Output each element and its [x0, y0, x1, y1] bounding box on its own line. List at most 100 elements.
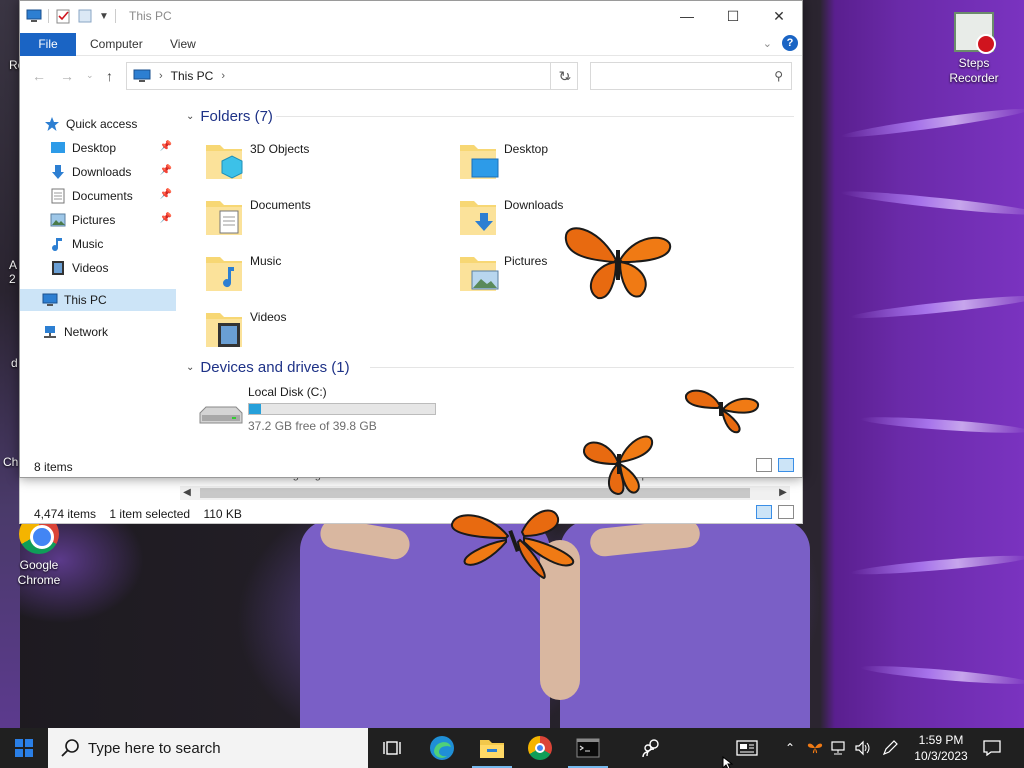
network-icon [831, 741, 845, 755]
folder-documents[interactable]: Documents [204, 195, 444, 245]
notification-center-button[interactable] [978, 728, 1006, 768]
details-view-icon[interactable] [756, 505, 772, 519]
taskbar-app-edge[interactable] [418, 728, 466, 768]
scroll-left-icon[interactable]: ◀ [180, 486, 194, 500]
nav-item-label: This PC [64, 293, 107, 307]
start-button[interactable] [0, 728, 48, 768]
help-icon[interactable]: ? [782, 35, 798, 51]
folder-label: Desktop [504, 142, 549, 156]
view-toggle [756, 505, 794, 519]
nav-item-desktop[interactable]: Desktop 📌 [20, 137, 176, 159]
news-widget-button[interactable] [730, 728, 764, 768]
folder-videos[interactable]: Videos [204, 307, 444, 357]
nav-item-label: Quick access [66, 117, 138, 131]
new-folder-icon[interactable] [77, 8, 93, 24]
tab-file[interactable]: File [20, 33, 76, 56]
network-tray-icon[interactable] [828, 728, 850, 768]
desktop-label-clipped[interactable]: Ch [3, 455, 18, 469]
nav-item-label: Desktop [72, 141, 117, 155]
butterfly-tray-icon[interactable] [804, 728, 826, 768]
pen-tray-icon[interactable] [878, 728, 902, 768]
large-icons-view-icon[interactable] [778, 458, 794, 472]
group-header-folders[interactable]: ⌄ Folders (7) [186, 105, 273, 127]
nav-item-downloads[interactable]: Downloads 📌 [20, 161, 176, 183]
music-note-icon [52, 238, 62, 252]
collapse-chevron-icon[interactable]: ⌄ [186, 362, 194, 373]
minimize-button[interactable]: — [664, 1, 710, 31]
pin-icon[interactable]: 📌 [160, 141, 172, 152]
taskbar-app-people[interactable] [628, 728, 676, 768]
wallpaper-streak [849, 552, 1024, 578]
task-view-button[interactable] [368, 728, 416, 768]
desktop-icon-steps-recorder[interactable]: Steps Recorder [938, 12, 1010, 86]
address-bar[interactable]: › This PC › ⌄ [126, 62, 578, 90]
clock-date: 10/3/2023 [914, 749, 968, 763]
desktop-label-clipped[interactable]: 2 [9, 272, 16, 286]
ribbon-tabs: File Computer View ⌄ ? [20, 33, 802, 56]
tab-view[interactable]: View [170, 33, 196, 56]
nav-item-this-pc[interactable]: This PC [20, 289, 176, 311]
back-arrow-icon[interactable]: ← [32, 68, 46, 84]
taskbar-app-command-prompt[interactable] [564, 728, 612, 768]
selection-count: 1 item selected [109, 507, 191, 521]
pin-icon[interactable]: 📌 [160, 165, 172, 176]
search-input[interactable] [591, 63, 761, 89]
desktop-folder-icon [460, 145, 499, 179]
taskbar-app-file-explorer[interactable] [468, 728, 516, 768]
group-header-label: Folders (7) [200, 107, 273, 125]
expand-ribbon-chevron-icon[interactable]: ⌄ [763, 37, 772, 50]
breadcrumb-this-pc[interactable]: This PC [171, 69, 214, 83]
folder-label: Downloads [504, 198, 564, 212]
properties-icon[interactable] [55, 8, 71, 24]
close-button[interactable]: ✕ [756, 1, 802, 31]
collapse-chevron-icon[interactable]: ⌄ [186, 111, 194, 122]
picture-icon [50, 213, 66, 227]
item-count: 8 items [34, 460, 73, 474]
item-count: 4,474 items [34, 507, 97, 521]
pin-icon[interactable]: 📌 [160, 213, 172, 224]
details-view-icon[interactable] [756, 458, 772, 472]
customize-toolbar-chevron-icon[interactable]: ▼ [99, 11, 109, 22]
breadcrumb-separator-icon[interactable]: › [221, 70, 225, 82]
task-view-icon [383, 741, 401, 755]
up-arrow-icon[interactable]: ↑ [106, 68, 113, 84]
notification-icon [983, 740, 1001, 756]
pin-icon[interactable]: 📌 [160, 189, 172, 200]
taskbar-app-chrome[interactable] [516, 728, 564, 768]
nav-item-documents[interactable]: Documents 📌 [20, 185, 176, 207]
title-bar[interactable]: ▼ This PC — ☐ ✕ [20, 1, 802, 33]
refresh-button[interactable]: ↻ [550, 62, 578, 90]
show-hidden-icons-chevron-icon[interactable]: ⌃ [780, 728, 800, 768]
scroll-right-icon[interactable]: ▶ [776, 486, 790, 500]
desktop-label-clipped[interactable]: A [9, 258, 17, 272]
breadcrumb-separator-icon[interactable]: › [159, 70, 163, 82]
desktop-label-clipped[interactable]: d [11, 356, 18, 370]
people-icon [642, 739, 659, 758]
folder-desktop[interactable]: Desktop [458, 139, 698, 189]
tab-computer[interactable]: Computer [90, 33, 143, 56]
pictures-folder-icon [460, 257, 499, 291]
drive-local-disk-c[interactable]: Local Disk (C:) 37.2 GB free of 39.8 GB [198, 385, 458, 435]
volume-tray-icon[interactable] [852, 728, 874, 768]
horizontal-scrollbar[interactable]: ◀ ▶ [180, 486, 790, 500]
scrollbar-thumb[interactable] [200, 488, 750, 498]
clock-time: 1:59 PM [918, 733, 964, 747]
nav-quick-access[interactable]: Quick access [20, 113, 176, 135]
folder-music[interactable]: Music [204, 251, 444, 301]
system-clock[interactable]: 1:59 PM 10/3/2023 [906, 732, 976, 764]
nav-item-pictures[interactable]: Pictures 📌 [20, 209, 176, 231]
folder-3d-objects[interactable]: 3D Objects [204, 139, 444, 189]
forward-arrow-icon[interactable]: → [60, 68, 74, 84]
nav-item-videos[interactable]: Videos [20, 257, 176, 279]
desktop-icon-google-chrome[interactable]: Google Chrome [3, 514, 75, 588]
nav-item-label: Videos [72, 261, 109, 275]
taskbar-search-box[interactable]: Type here to search [48, 728, 368, 768]
group-header-devices[interactable]: ⌄ Devices and drives (1) [186, 356, 350, 378]
window-title: This PC [129, 9, 172, 23]
large-icons-view-icon[interactable] [778, 505, 794, 519]
search-box[interactable]: ⚲ [590, 62, 792, 90]
nav-item-music[interactable]: Music [20, 233, 176, 255]
maximize-button[interactable]: ☐ [710, 1, 756, 31]
recent-locations-chevron-icon[interactable]: ⌄ [86, 70, 94, 81]
nav-item-network[interactable]: Network [20, 321, 176, 343]
